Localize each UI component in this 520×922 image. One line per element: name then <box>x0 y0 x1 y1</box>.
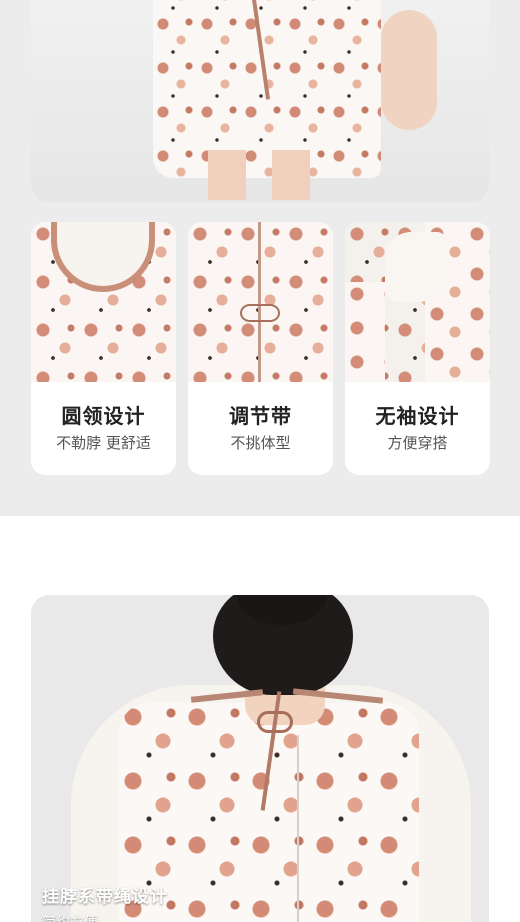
model-arm <box>381 10 437 130</box>
apron-left-panel <box>345 282 385 382</box>
apron-back-opening <box>297 735 299 922</box>
hero-product-photo <box>31 0 489 202</box>
tie-string <box>258 222 261 382</box>
top-section: 圆领设计 不勒脖 更舒适 调节带 不挑体型 无袖设计 方便穿搭 <box>0 0 520 516</box>
round-collar <box>51 222 155 292</box>
adjustable-strap-photo <box>188 222 333 382</box>
model-legs <box>179 150 339 200</box>
back-caption-subtitle: 简约方便 <box>42 912 98 922</box>
feature-subtitle: 不勒脖 更舒适 <box>56 434 151 452</box>
back-caption-title: 挂脖系带绳设计 <box>42 887 168 907</box>
sleeveless-photo <box>345 222 490 382</box>
tie-bow <box>240 304 280 322</box>
tshirt-sleeve <box>385 232 447 302</box>
feature-subtitle: 方便穿搭 <box>387 434 448 452</box>
back-tie-bow <box>257 711 293 733</box>
feature-card-adjustable-strap: 调节带 不挑体型 <box>188 222 333 475</box>
feature-card-sleeveless: 无袖设计 方便穿搭 <box>345 222 490 475</box>
feature-title: 无袖设计 <box>375 404 460 428</box>
feature-title: 调节带 <box>229 404 292 428</box>
round-collar-photo <box>31 222 176 382</box>
feature-subtitle: 不挑体型 <box>230 434 291 452</box>
back-view-photo <box>31 595 489 922</box>
feature-title: 圆领设计 <box>61 404 146 428</box>
feature-card-round-collar: 圆领设计 不勒脖 更舒适 <box>31 222 176 475</box>
feature-cards: 圆领设计 不勒脖 更舒适 调节带 不挑体型 无袖设计 方便穿搭 <box>31 222 490 475</box>
